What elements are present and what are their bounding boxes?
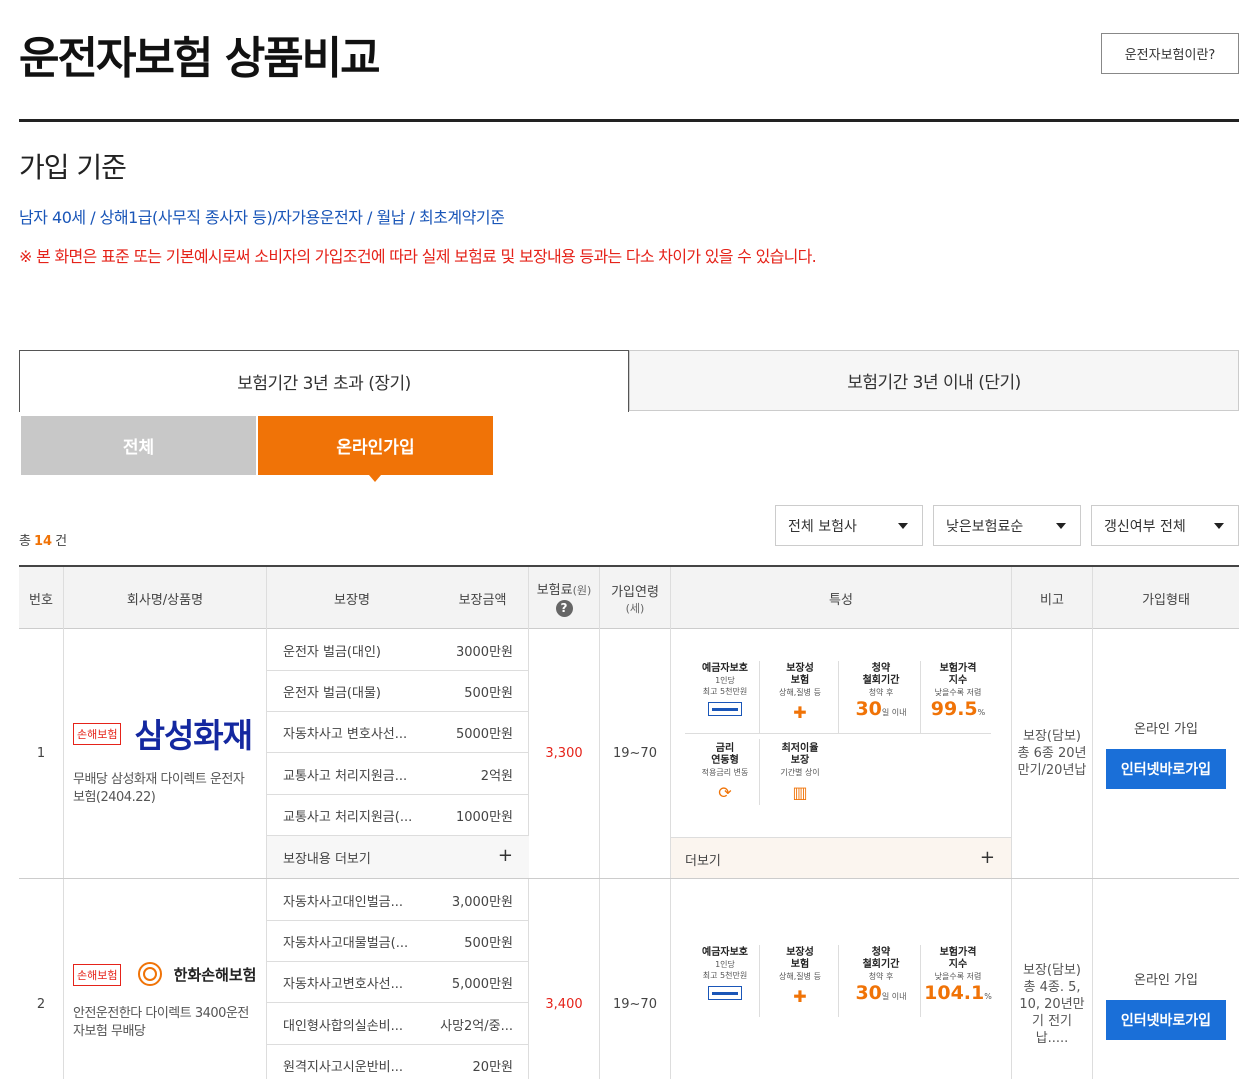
table-row: 2 손해보험 한화손해보험 안전운전한다 다이렉트 3400운전자보험 무배당 … <box>19 879 1239 1079</box>
coverage-item: 교통사고 처리지원금(... 1000만원 <box>267 794 529 836</box>
deposit-insurance-logo-icon <box>708 702 742 716</box>
feature-withdrawal-period: 청약 철회기간 청약 후 30일 이내 <box>855 663 907 720</box>
help-icon[interactable]: ? <box>555 600 573 617</box>
header-features: 특성 <box>671 567 1012 629</box>
chevron-down-icon <box>1056 523 1066 529</box>
premium-value: 3,300 <box>529 629 600 878</box>
note-text: 보장(담보) 총 6종 20년만기/20년납 <box>1012 629 1093 878</box>
table-header: 번호 회사명/상품명 보장명 보장금액 보험료(원) ? 가입연령 (세) 특성 … <box>19 565 1239 629</box>
table-row: 1 손해보험 삼성화재 무배당 삼성화재 다이렉트 운전자보험(2404.22)… <box>19 629 1239 879</box>
sort-value: 낮은보험료순 <box>946 518 1024 535</box>
join-type-text: 온라인 가입 <box>1134 722 1198 737</box>
features-cell: 예금자보호 1인당 최고 5천만원 보장성 보험 상해,질병 등 ✚ 청약 철회… <box>671 629 1012 878</box>
subtab-online[interactable]: 온라인가입 <box>258 416 493 475</box>
feature-protection-insurance: 보장성 보험 상해,질병 등 ✚ <box>762 947 838 1006</box>
join-cell: 온라인 가입 인터넷바로가입 <box>1093 629 1239 878</box>
feature-price-index: 보험가격 지수 낮을수록 저렴 99.5% <box>930 663 986 720</box>
age-range: 19~70 <box>600 629 671 878</box>
note-text: 보장(담보) 총 4종. 5, 10, 20년만기 전기납..... <box>1012 879 1093 1079</box>
criteria-title: 가입 기준 <box>19 151 127 184</box>
active-subtab-caret <box>369 475 381 482</box>
product-name: 무배당 삼성화재 다이렉트 운전자보험(2404.22) <box>73 772 245 805</box>
coverage-item: 대인형사합의실손비... 사망2억/중... <box>267 1003 529 1045</box>
header-age: 가입연령 (세) <box>600 567 671 629</box>
company-cell: 손해보험 삼성화재 무배당 삼성화재 다이렉트 운전자보험(2404.22) <box>64 629 267 878</box>
criteria-text: 남자 40세 / 상해1급(사무직 종사자 등)/자가용운전자 / 월납 / 최… <box>19 208 505 227</box>
rate-cycle-icon: ⟳ <box>718 783 732 802</box>
chevron-down-icon <box>898 523 908 529</box>
chart-growth-icon: ▥ <box>792 783 808 802</box>
hanwha-logo-icon <box>137 962 162 986</box>
features-cell: 예금자보호 1인당 최고 5천만원 보장성 보험 상해,질병 등 ✚ 청약 철회… <box>671 879 1012 1079</box>
internet-join-button[interactable]: 인터넷바로가입 <box>1106 999 1226 1040</box>
total-number: 14 <box>33 534 53 549</box>
title-divider <box>19 119 1239 122</box>
chevron-down-icon <box>1214 523 1224 529</box>
period-tabs: 보험기간 3년 초과 (장기) 보험기간 3년 이내 (단기) <box>19 350 1239 412</box>
header-join-type: 가입형태 <box>1142 592 1190 608</box>
sort-select[interactable]: 낮은보험료순 <box>933 505 1081 546</box>
age-range: 19~70 <box>600 879 671 1079</box>
coverage-item: 운전자 벌금(대인) 3000만원 <box>267 629 529 671</box>
total-count: 총 14 건 <box>19 530 67 549</box>
coverage-item: 자동차사고대물벌금(... 500만원 <box>267 920 529 962</box>
header-amount: 보장금액 <box>437 567 529 629</box>
feature-deposit-protection: 예금자보호 1인당 최고 5천만원 <box>687 947 763 1004</box>
notice-text: ※ 본 화면은 표준 또는 기본예시로써 소비자의 가입조건에 따라 실제 보험… <box>19 247 817 266</box>
coverage-item: 교통사고 처리지원금... 2억원 <box>267 753 529 795</box>
company-cell: 손해보험 한화손해보험 안전운전한다 다이렉트 3400운전자보험 무배당 <box>64 879 267 1079</box>
plus-icon: + <box>497 845 513 866</box>
plus-icon: + <box>979 847 995 868</box>
shield-hand-icon: ✚ <box>793 703 807 722</box>
coverage-list: 운전자 벌금(대인) 3000만원 운전자 벌금(대물) 500만원 자동차사고 변… <box>267 629 529 878</box>
join-type-text: 온라인 가입 <box>1134 972 1198 988</box>
renewal-filter-value: 갱신여부 전체 <box>1104 518 1186 535</box>
tab-long-term[interactable]: 보험기간 3년 초과 (장기) <box>19 350 629 412</box>
coverage-list: 자동차사고대인벌금... 3,000만원 자동차사고대물벌금(... 500만원 자… <box>267 879 529 1079</box>
header-company: 회사명/상품명 <box>64 567 267 629</box>
samsung-logo: 삼성화재 <box>134 716 253 755</box>
coverage-item: 자동차사고대인벌금... 3,000만원 <box>267 879 529 921</box>
product-name: 안전운전한다 다이렉트 3400운전자보험 무배당 <box>73 1006 249 1039</box>
header-no: 번호 <box>19 567 64 629</box>
deposit-insurance-logo-icon <box>708 986 742 1000</box>
subtab-all[interactable]: 전체 <box>21 416 256 475</box>
total-suffix: 건 <box>55 534 68 549</box>
page-title: 운전자보험 상품비교 <box>19 33 381 84</box>
internet-join-button[interactable]: 인터넷바로가입 <box>1106 749 1226 789</box>
coverage-item: 자동차사고 변호사선... 5000만원 <box>267 711 529 753</box>
feature-protection-insurance: 보장성 보험 상해,질병 등 ✚ <box>762 663 838 722</box>
what-is-driver-insurance-button[interactable]: 운전자보험이란? <box>1101 33 1239 74</box>
header-premium: 보험료(원) ? <box>529 567 600 629</box>
features-more-button[interactable]: 더보기 + <box>671 837 1011 878</box>
insurance-type-badge: 손해보험 <box>73 963 122 986</box>
coverage-item: 운전자 벌금(대물) 500만원 <box>267 670 529 712</box>
feature-price-index: 보험가격 지수 낮을수록 저렴 104.1% <box>924 947 992 1004</box>
company-filter-value: 전체 보험사 <box>788 518 857 535</box>
feature-rate-linked: 금리 연동형 적용금리 변동 ⟳ <box>687 743 763 802</box>
coverage-item: 자동차사고변호사선... 5,000만원 <box>267 961 529 1003</box>
premium-value: 3,400 <box>529 879 600 1079</box>
header-note: 비고 <box>1012 567 1093 629</box>
insurance-type-badge: 손해보험 <box>73 722 122 745</box>
company-filter-select[interactable]: 전체 보험사 <box>775 505 923 546</box>
coverage-more-button[interactable]: 보장내용 더보기 + <box>267 836 529 878</box>
tab-short-term[interactable]: 보험기간 3년 이내 (단기) <box>629 350 1239 411</box>
hanwha-logo-text: 한화손해보험 <box>173 965 257 984</box>
feature-withdrawal-period: 청약 철회기간 청약 후 30일 이내 <box>855 947 907 1004</box>
row-number: 2 <box>19 879 64 1079</box>
renewal-filter-select[interactable]: 갱신여부 전체 <box>1091 505 1239 546</box>
header-coverage: 보장명 <box>334 592 370 608</box>
coverage-item: 원격지사고시운반비... 20만원 <box>283 1060 513 1075</box>
shield-hand-icon: ✚ <box>793 987 807 1006</box>
row-number: 1 <box>19 629 64 878</box>
feature-min-rate: 최저이율 보장 기간별 상이 ▥ <box>762 743 838 802</box>
join-cell: 온라인 가입 인터넷바로가입 <box>1093 879 1239 1079</box>
feature-deposit-protection: 예금자보호 1인당 최고 5천만원 <box>687 663 763 720</box>
total-prefix: 총 <box>19 534 31 549</box>
